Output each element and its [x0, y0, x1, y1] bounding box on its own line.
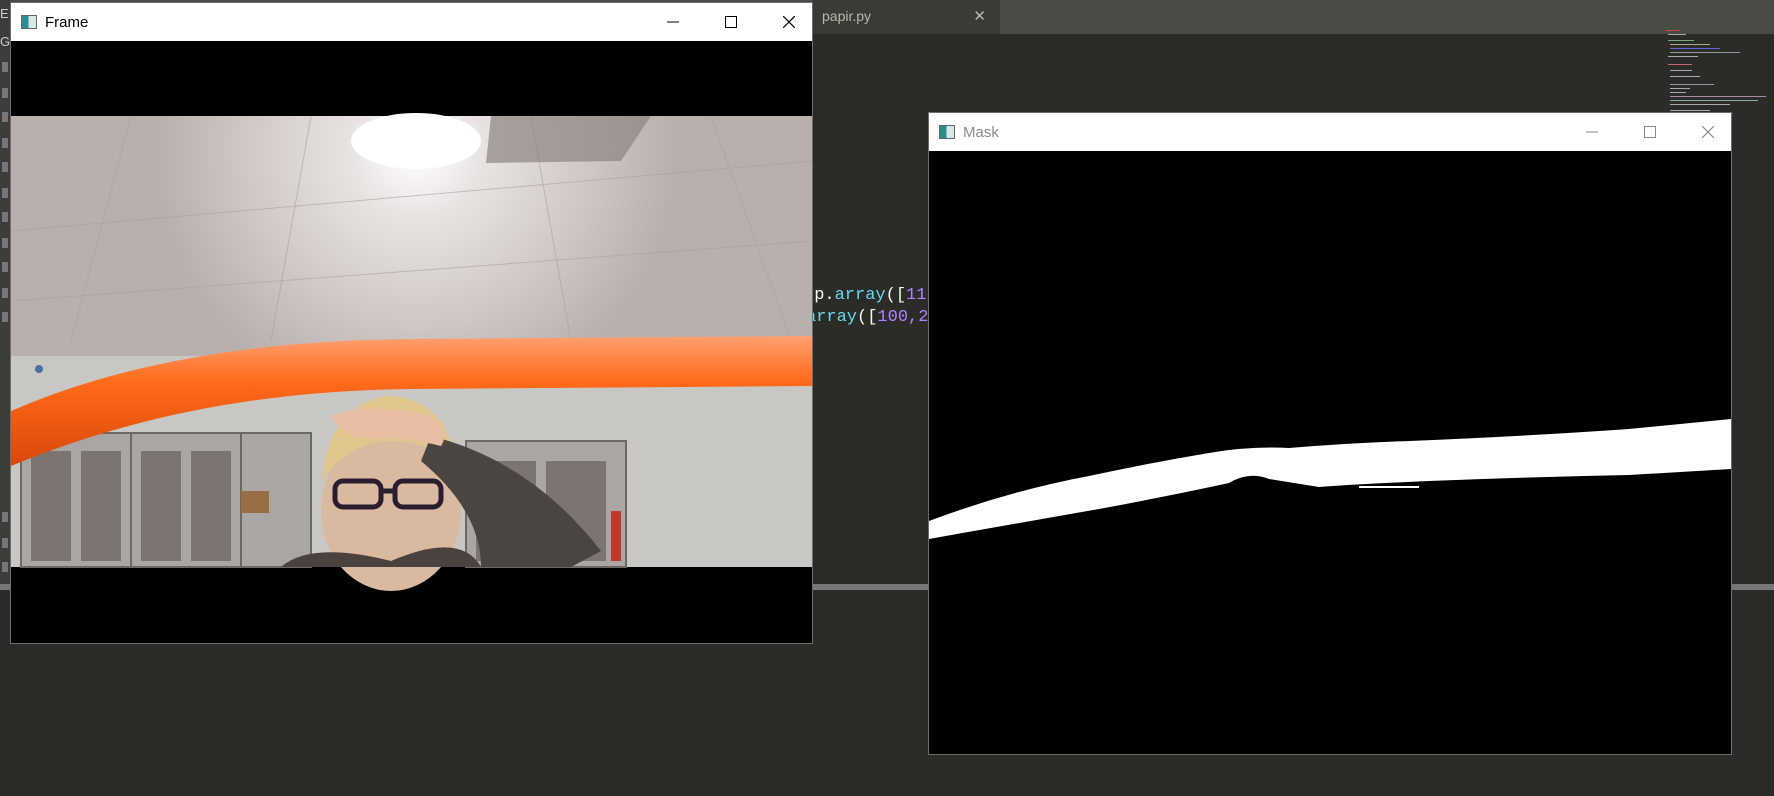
mask-title-bar[interactable]: Mask: [929, 113, 1731, 151]
window-title: Frame: [45, 14, 89, 31]
binary-mask-image: [929, 151, 1731, 754]
frame-video-view: [11, 41, 812, 643]
window-title: Mask: [963, 124, 999, 141]
maximize-button[interactable]: [1627, 113, 1673, 151]
close-icon: [783, 16, 795, 28]
editor-edge-text: G: [0, 34, 11, 49]
minimize-icon: [667, 21, 679, 23]
close-button[interactable]: [1685, 113, 1731, 151]
minimize-button[interactable]: [650, 3, 696, 41]
opencv-window-icon: [21, 15, 37, 29]
close-button[interactable]: [766, 3, 812, 41]
close-icon: [1702, 126, 1714, 138]
mask-window[interactable]: Mask: [928, 112, 1732, 755]
maximize-icon: [1644, 126, 1656, 138]
webcam-frame-image: [11, 41, 812, 643]
minimize-button[interactable]: [1569, 113, 1615, 151]
editor-tab-papir[interactable]: papir.py ✕: [812, 0, 1000, 34]
tab-close-icon[interactable]: ✕: [973, 7, 986, 25]
frame-title-bar[interactable]: Frame: [11, 3, 812, 41]
maximize-button[interactable]: [708, 3, 754, 41]
editor-tab-label: papir.py: [822, 8, 872, 24]
opencv-window-icon: [939, 125, 955, 139]
editor-edge-text: E: [0, 6, 9, 21]
code-line: array([100,2: [806, 308, 929, 327]
maximize-icon: [725, 16, 737, 28]
editor-minimap[interactable]: [1666, 30, 1766, 114]
code-line: np.array([11: [804, 286, 927, 305]
mask-view: [929, 151, 1731, 754]
minimize-icon: [1586, 131, 1598, 133]
editor-gutter-strip: [0, 0, 10, 590]
frame-window[interactable]: Frame: [10, 2, 813, 644]
